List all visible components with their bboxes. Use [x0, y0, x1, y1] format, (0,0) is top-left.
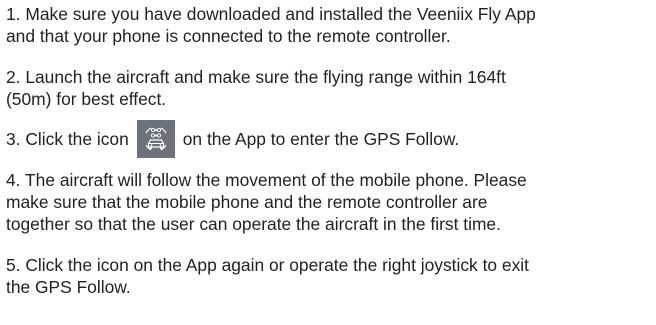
step-3-text-after: on the App to enter the GPS Follow. — [182, 129, 460, 149]
step-4-line-2: make sure that the mobile phone and the … — [6, 192, 488, 212]
step-1-line-1: 1. Make sure you have downloaded and ins… — [6, 4, 536, 24]
instruction-list: 1. Make sure you have downloaded and ins… — [6, 3, 652, 298]
gps-follow-icon — [136, 120, 175, 158]
step-1-line-2: and that your phone is connected to the … — [6, 26, 451, 46]
step-2-line-1: 2. Launch the aircraft and make sure the… — [6, 67, 506, 87]
step-4-line-1: 4. The aircraft will follow the movement… — [6, 170, 527, 190]
step-5-line-1: 5. Click the icon on the App again or op… — [6, 255, 529, 275]
step-1: 1. Make sure you have downloaded and ins… — [6, 3, 652, 47]
step-4: 4. The aircraft will follow the movement… — [6, 169, 652, 235]
step-5-line-2: the GPS Follow. — [6, 277, 131, 297]
step-2-line-2: (50m) for best effect. — [6, 89, 167, 109]
step-4-line-3: together so that the user can operate th… — [6, 214, 501, 234]
step-5: 5. Click the icon on the App again or op… — [6, 254, 652, 298]
step-3-text-before: 3. Click the icon — [6, 129, 129, 149]
step-2: 2. Launch the aircraft and make sure the… — [6, 66, 652, 110]
step-3: 3. Click the icon on the App to enter th… — [6, 119, 652, 159]
